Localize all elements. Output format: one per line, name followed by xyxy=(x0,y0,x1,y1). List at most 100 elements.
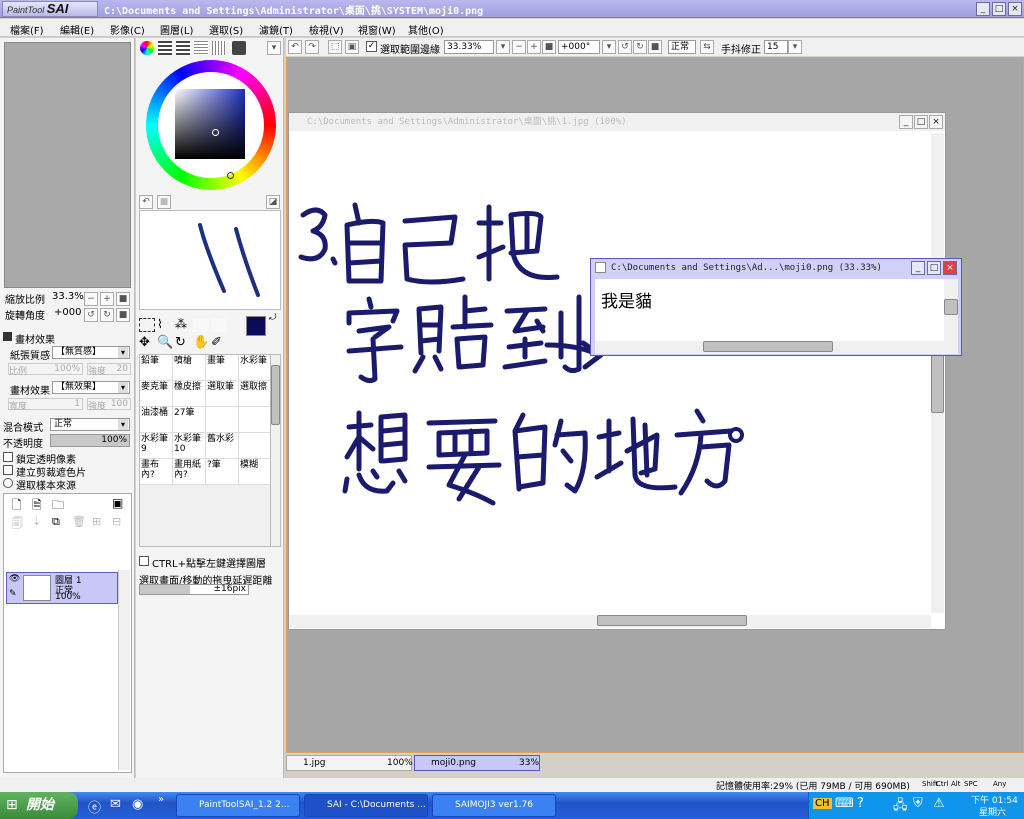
zoom-dropdown-icon[interactable]: ▾ xyxy=(496,40,510,54)
task-folder[interactable]: PaintToolSAI_1.2 2... xyxy=(176,794,300,817)
menu-file[interactable]: 檔案(F) xyxy=(10,22,44,37)
doc-window-2[interactable]: C:\Documents and Settings\Ad...\moji0.pn… xyxy=(590,258,962,356)
new-vector-layer-icon[interactable]: 🗎 xyxy=(32,496,42,517)
flip-icon[interactable]: ⇆ xyxy=(700,40,714,54)
brush-watercolor[interactable]: 水彩筆 xyxy=(239,355,272,381)
maximize-button[interactable]: □ xyxy=(992,2,1006,16)
ctrl-select-checkbox[interactable] xyxy=(139,556,149,566)
color-wheel-tab-icon[interactable] xyxy=(140,41,154,55)
color-wheel[interactable] xyxy=(146,60,276,190)
copy-layer-icon[interactable]: 🗐 xyxy=(12,515,23,534)
nav-rotate-ccw-button[interactable]: ↺ xyxy=(84,308,98,322)
clip-group-checkbox[interactable] xyxy=(3,465,13,475)
paper-select[interactable]: 【無質感】 xyxy=(52,346,130,359)
menu-view[interactable]: 檢視(V) xyxy=(309,22,344,37)
layer-mask-icon[interactable]: ▣ xyxy=(112,496,123,510)
doc1-hscroll[interactable] xyxy=(289,615,931,628)
new-layer-icon[interactable]: 🗋 xyxy=(12,496,22,517)
rotate-field[interactable]: +000° xyxy=(558,40,600,54)
tab-doc2[interactable]: moji0.png 33% xyxy=(414,755,540,771)
ie-icon[interactable]: ⓔ xyxy=(88,797,101,816)
doc-window-1[interactable]: C:\Documents and Settings\Administrator\… xyxy=(288,112,946,630)
scratchpad-tab-icon[interactable] xyxy=(232,41,246,55)
lasso-icon[interactable]: ⌇ xyxy=(157,317,163,331)
brush-bucket[interactable]: 油漆桶 xyxy=(140,407,173,433)
sample-source-radio[interactable] xyxy=(3,478,13,488)
brush-watercolor-9[interactable]: 水彩筆 9 xyxy=(140,433,173,459)
brush-pencil[interactable]: 鉛筆 xyxy=(140,355,173,381)
brush-empty-2[interactable] xyxy=(239,407,272,433)
stabilizer-field[interactable]: 15 xyxy=(764,40,788,54)
minimize-button[interactable]: _ xyxy=(976,2,990,16)
menu-image[interactable]: 影像(C) xyxy=(110,22,145,37)
hand-tool-icon[interactable]: ✋ xyxy=(193,335,209,350)
zoom-field[interactable]: 33.33% xyxy=(444,40,494,54)
scratch-undo-icon[interactable]: ↶ xyxy=(139,195,153,209)
nav-rotate-cw-button[interactable]: ↻ xyxy=(100,308,114,322)
scratchpad[interactable] xyxy=(139,210,281,310)
mixer-tab-icon[interactable] xyxy=(194,41,208,55)
swatches-tab-icon[interactable] xyxy=(212,41,226,55)
layer-scrollbar[interactable] xyxy=(118,570,130,770)
shield-icon[interactable]: ⛨ xyxy=(913,796,923,811)
menu-window[interactable]: 視窗(W) xyxy=(358,22,396,37)
hsv-slider-tab-icon[interactable] xyxy=(176,41,190,55)
ime-indicator[interactable]: CH xyxy=(813,798,832,809)
zoom-out-button[interactable]: − xyxy=(512,40,526,54)
nav-zoom-out-button[interactable]: − xyxy=(84,292,98,306)
media-icon[interactable]: ◉ xyxy=(132,797,143,812)
stabilizer-dropdown-icon[interactable]: ▾ xyxy=(788,40,802,54)
new-folder-icon[interactable]: 🗀 xyxy=(52,496,64,517)
doc2-vscroll[interactable] xyxy=(944,279,958,341)
quicklaunch-more-icon[interactable]: » xyxy=(158,794,164,805)
security-warning-icon[interactable]: ⚠ xyxy=(933,796,945,811)
keyboard-icon[interactable]: ⌨ xyxy=(835,796,854,811)
rotate-value[interactable]: +000 xyxy=(54,307,81,318)
layer-row[interactable]: 👁 ✎ 圖層 1 正常 100% xyxy=(6,572,118,604)
rotate-reset-button[interactable]: ■ xyxy=(648,40,662,54)
texture-strength-slider[interactable]: 強度 100 xyxy=(87,398,131,412)
move-tool-icon[interactable]: ✥ xyxy=(139,335,150,350)
menu-other[interactable]: 其他(O) xyxy=(408,22,444,37)
network-icon[interactable]: 🖧 xyxy=(893,796,908,818)
redo-icon[interactable]: ↷ xyxy=(305,40,319,54)
brush-27[interactable]: 27筆 xyxy=(173,407,206,433)
paper-strength-slider[interactable]: 強度 20 xyxy=(87,363,131,377)
rotate-cw-button[interactable]: ↻ xyxy=(633,40,647,54)
tab-doc1[interactable]: 1.jpg 100% xyxy=(286,755,413,771)
nav-zoom-in-button[interactable]: + xyxy=(100,292,114,306)
brush-select-pen[interactable]: 選取筆 xyxy=(206,381,239,407)
nav-rotate-reset-button[interactable]: ■ xyxy=(116,308,130,322)
primary-color-swatch[interactable] xyxy=(246,316,266,336)
merge-down-icon[interactable]: ⧉ xyxy=(52,515,60,529)
swap-colors-icon[interactable]: ⤾ xyxy=(269,313,277,323)
doc2-close-button[interactable]: × xyxy=(943,261,957,275)
brush-empty-3[interactable] xyxy=(239,433,272,459)
doc2-minimize-button[interactable]: _ xyxy=(911,261,925,275)
brush-eraser[interactable]: 橡皮擦 xyxy=(173,381,206,407)
rgb-slider-tab-icon[interactable] xyxy=(158,41,172,55)
help-icon[interactable]: ? xyxy=(857,796,864,811)
scale-slider[interactable]: 比例 100% xyxy=(8,363,83,377)
transfer-layer-icon[interactable]: ⇣ xyxy=(32,515,41,528)
blend-mode-select[interactable]: 正常 xyxy=(50,418,130,431)
brush-marker[interactable]: 麥克筆 xyxy=(140,381,173,407)
brush-select-eraser[interactable]: 選取擦 xyxy=(239,381,272,407)
deselect-icon[interactable]: ⬚ xyxy=(328,40,342,54)
panel-menu-icon[interactable]: ▾ xyxy=(267,41,281,55)
task-sai[interactable]: SAI - C:\Documents ... xyxy=(304,794,428,817)
outlook-icon[interactable]: ✉ xyxy=(110,797,121,812)
menu-edit[interactable]: 編輯(E) xyxy=(60,22,94,37)
brush-brush[interactable]: 畫筆 xyxy=(206,355,239,381)
menu-layer[interactable]: 圖層(L) xyxy=(160,22,193,37)
brush-canvas[interactable]: 畫布內? xyxy=(140,459,173,485)
merge-visible-icon[interactable]: ⊟ xyxy=(112,515,121,528)
nav-zoom-reset-button[interactable]: ■ xyxy=(116,292,130,306)
saturation-value-square[interactable] xyxy=(175,89,245,159)
eyedropper-icon[interactable]: ✐ xyxy=(211,335,222,350)
doc2-hscroll[interactable] xyxy=(595,341,958,354)
scratch-clear-icon[interactable]: ■ xyxy=(157,195,171,209)
brush-paper[interactable]: 畫用紙內? xyxy=(173,459,206,485)
rotate-ccw-button[interactable]: ↺ xyxy=(618,40,632,54)
drag-delay-slider[interactable]: ±16pix xyxy=(139,584,249,595)
